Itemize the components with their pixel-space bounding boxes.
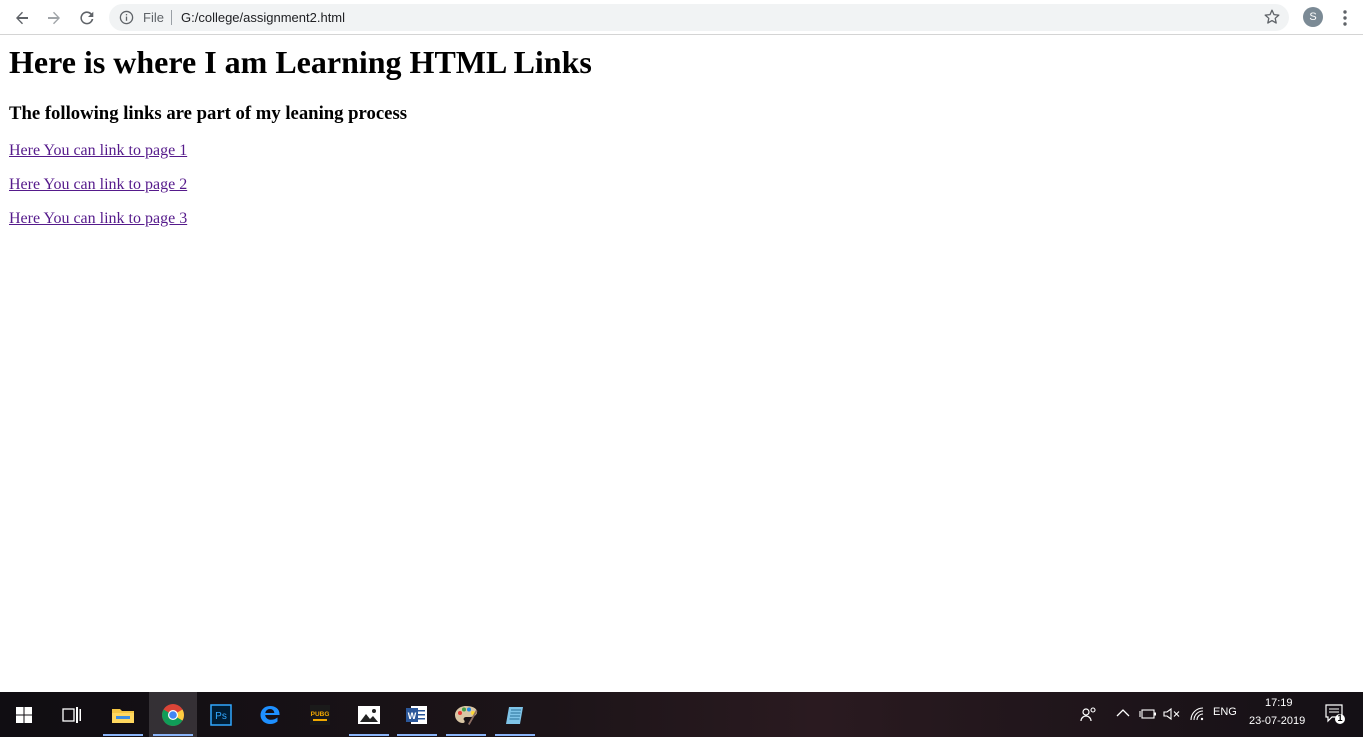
link-page-1[interactable]: Here You can link to page 1 (9, 142, 187, 160)
volume-muted-icon[interactable] (1163, 707, 1181, 721)
running-indicator (446, 734, 486, 736)
url-text[interactable]: G:/college/assignment2.html (181, 10, 345, 25)
clock-date[interactable]: 23-07-2019 (1249, 715, 1305, 727)
running-indicator (495, 734, 535, 736)
battery-icon[interactable] (1139, 707, 1157, 721)
notification-count-badge: 1 (1337, 713, 1343, 723)
pubg-button[interactable]: PUBG (296, 692, 344, 737)
photoshop-icon: Ps (210, 703, 232, 726)
chevron-up-icon[interactable] (1116, 708, 1130, 718)
windows-logo-icon (16, 706, 32, 723)
link-page-3[interactable]: Here You can link to page 3 (9, 210, 187, 228)
file-explorer-button[interactable] (99, 692, 147, 737)
photoshop-button[interactable]: Ps (197, 692, 245, 737)
notepad-icon (506, 706, 523, 724)
word-icon: W (406, 705, 427, 724)
forward-arrow-icon (48, 11, 60, 25)
pubg-label: PUBG (311, 711, 330, 718)
address-bar[interactable]: File G:/college/assignment2.html (109, 4, 1289, 31)
edge-button[interactable] (246, 692, 294, 737)
running-indicator (103, 734, 143, 736)
profile-avatar[interactable]: S (1303, 7, 1323, 27)
paint-button[interactable] (442, 692, 490, 737)
page-content: Here is where I am Learning HTML Links T… (0, 36, 1363, 692)
scheme-label: File (143, 10, 164, 25)
running-indicator (349, 734, 389, 736)
info-icon[interactable] (119, 10, 134, 25)
photos-button[interactable] (345, 692, 393, 737)
notepad-button[interactable] (491, 692, 539, 737)
clock-time[interactable]: 17:19 (1265, 697, 1293, 709)
task-view-button[interactable] (48, 692, 96, 737)
action-center-button[interactable]: 1 (1324, 703, 1346, 725)
kebab-menu-icon (1343, 10, 1347, 26)
photoshop-label: Ps (215, 711, 227, 722)
windows-taskbar: Ps PUBG W ENG 17:19 23-07-2019 1 (0, 692, 1363, 737)
forward-button[interactable] (42, 6, 66, 30)
people-icon[interactable] (1080, 706, 1098, 722)
start-button[interactable] (0, 692, 48, 737)
word-button[interactable]: W (393, 692, 441, 737)
edge-icon (260, 705, 280, 724)
page-subheading: The following links are part of my leani… (9, 103, 407, 124)
paint-palette-icon (455, 705, 478, 725)
pubg-icon: PUBG (310, 704, 330, 725)
word-label: W (408, 711, 417, 721)
chrome-button[interactable] (149, 692, 197, 737)
photos-icon (358, 705, 380, 724)
reload-button[interactable] (75, 6, 99, 30)
running-indicator (153, 734, 193, 736)
link-page-2[interactable]: Here You can link to page 2 (9, 176, 187, 194)
wifi-icon[interactable] (1189, 707, 1205, 721)
scheme-separator (171, 10, 172, 25)
back-arrow-icon (16, 11, 28, 25)
language-indicator[interactable]: ENG (1213, 706, 1237, 718)
browser-toolbar: File G:/college/assignment2.html S (0, 0, 1363, 35)
back-button[interactable] (10, 6, 34, 30)
reload-icon (80, 11, 94, 25)
page-heading: Here is where I am Learning HTML Links (9, 44, 592, 80)
browser-menu-button[interactable] (1336, 8, 1354, 28)
chrome-icon (162, 703, 184, 726)
file-explorer-icon (112, 708, 134, 723)
task-view-icon (62, 706, 81, 723)
bookmark-star-icon[interactable] (1263, 8, 1281, 26)
running-indicator (397, 734, 437, 736)
